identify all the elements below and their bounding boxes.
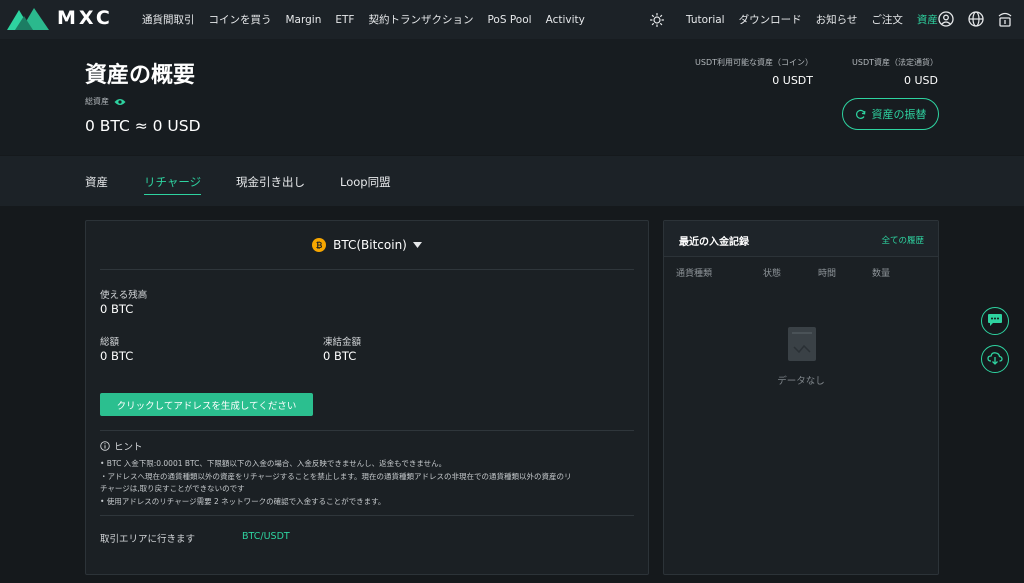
total-assets-label: 総資産 xyxy=(85,96,126,107)
nav-item-spot[interactable]: 通貨間取引 xyxy=(142,12,195,27)
download-app-icon[interactable] xyxy=(996,10,1014,28)
hint-line: チャージは,取り戻すことができないのです xyxy=(100,484,245,493)
nav-item-download[interactable]: ダウンロード xyxy=(739,12,802,27)
nav-right: Tutorial ダウンロード お知らせ ご注文 資産 xyxy=(648,0,952,39)
coin-select-value: BTC(Bitcoin) xyxy=(333,238,407,252)
asset-transfer-button[interactable]: 資産の振替 xyxy=(842,98,939,130)
coin-select[interactable]: ₿ BTC(Bitcoin) xyxy=(86,238,648,252)
column-header-amount: 数量 xyxy=(872,269,891,279)
nav-item-tutorial[interactable]: Tutorial xyxy=(686,14,725,26)
total-assets-label-text: 総資産 xyxy=(85,97,109,106)
coin-asset-value: 0 USDT xyxy=(772,74,813,87)
fiat-asset-summary: USDT資産（法定通貨） 0 USD xyxy=(852,57,938,87)
coin-asset-summary: USDT利用可能な資産（コイン） 0 USDT xyxy=(695,57,813,87)
tab-loop-alliance[interactable]: Loop同盟 xyxy=(340,174,391,190)
column-header-time: 時間 xyxy=(818,269,837,279)
all-history-link[interactable]: 全ての履歴 xyxy=(881,234,924,246)
asset-summary-header: 資産の概要 総資産 0 BTC ≈ 0 USD USDT利用可能な資産（コイン）… xyxy=(0,39,1024,155)
empty-data-icon xyxy=(788,327,816,365)
nav-item-contract[interactable]: 契約トランザクション xyxy=(368,12,473,27)
available-balance-value: 0 BTC xyxy=(100,302,134,316)
hint-line: • BTC 入金下限:0.0001 BTC、下限額以下の入金の場合、入金反映でき… xyxy=(100,459,447,468)
available-balance-label: 使える残高 xyxy=(100,290,148,301)
nav-item-etf[interactable]: ETF xyxy=(335,14,354,26)
divider xyxy=(100,269,634,270)
records-title: 最近の入金記録 xyxy=(679,237,749,248)
nav-item-assets[interactable]: 資産 xyxy=(917,12,938,27)
nav-item-pos-pool[interactable]: PoS Pool xyxy=(487,14,531,26)
logo[interactable]: MXC xyxy=(7,6,113,30)
caret-down-icon xyxy=(412,242,422,248)
top-nav: MXC 通貨間取引 コインを買う Margin ETF 契約トランザクション P… xyxy=(0,0,1024,39)
nav-item-activity[interactable]: Activity xyxy=(546,14,585,26)
nav-item-margin[interactable]: Margin xyxy=(286,14,322,26)
column-header-status: 状態 xyxy=(763,269,782,279)
divider xyxy=(100,515,634,516)
globe-icon[interactable] xyxy=(967,10,985,28)
mxc-logo-icon xyxy=(7,8,49,30)
info-icon xyxy=(100,441,110,451)
divider xyxy=(100,430,634,431)
frozen-amount-label: 凍結金額 xyxy=(323,337,362,348)
trade-area-label: 取引エリアに行きます xyxy=(100,534,196,545)
nav-item-orders[interactable]: ご注文 xyxy=(871,12,903,27)
cloud-download-button[interactable] xyxy=(981,345,1009,373)
tab-withdraw[interactable]: 現金引き出し xyxy=(236,174,305,190)
deposit-panel: ₿ BTC(Bitcoin) 使える残高 0 BTC 総額 0 BTC 凍結金額… xyxy=(85,220,649,575)
eye-icon[interactable] xyxy=(114,98,126,106)
total-amount-value: 0 BTC xyxy=(100,349,134,363)
hint-line: • 使用アドレスのリチャージ需要 2 ネットワークの確認で入金することができます… xyxy=(100,497,386,506)
chat-icon xyxy=(987,312,1003,331)
asset-transfer-label: 資産の振替 xyxy=(871,108,927,121)
fiat-asset-label: USDT資産（法定通貨） xyxy=(852,58,938,67)
hint-title: ヒント xyxy=(100,439,143,453)
nav-left: 通貨間取引 コインを買う Margin ETF 契約トランザクション PoS P… xyxy=(142,0,599,39)
frozen-amount-value: 0 BTC xyxy=(323,349,357,363)
bitcoin-icon: ₿ xyxy=(312,238,327,252)
total-assets-value: 0 BTC ≈ 0 USD xyxy=(85,117,201,135)
tab-assets[interactable]: 資産 xyxy=(85,174,108,190)
empty-data-text: データなし xyxy=(777,376,825,387)
nav-item-news[interactable]: お知らせ xyxy=(816,12,858,27)
records-header: 最近の入金記録 全ての履歴 xyxy=(664,221,938,257)
trade-pair-link[interactable]: BTC/USDT xyxy=(242,531,290,542)
fiat-asset-value: 0 USD xyxy=(904,74,938,87)
nav-item-buy-coin[interactable]: コインを買う xyxy=(209,12,272,27)
refresh-icon xyxy=(855,109,866,120)
brand-name: MXC xyxy=(57,7,113,29)
sun-icon[interactable] xyxy=(648,11,666,29)
tab-deposit[interactable]: リチャージ xyxy=(144,174,202,195)
cloud-download-icon xyxy=(987,350,1003,369)
page-title: 資産の概要 xyxy=(85,63,196,88)
total-amount-label: 総額 xyxy=(100,337,120,348)
chat-support-button[interactable] xyxy=(981,307,1009,335)
column-header-currency: 通貨種類 xyxy=(676,269,713,279)
deposit-records-panel: 最近の入金記録 全ての履歴 通貨種類 状態 時間 数量 データなし xyxy=(663,220,939,575)
generate-address-button[interactable]: クリックしてアドレスを生成してください xyxy=(100,393,313,416)
asset-tabs: 資産 リチャージ 現金引き出し Loop同盟 xyxy=(0,156,1024,206)
user-icon[interactable] xyxy=(937,10,955,28)
hint-title-text: ヒント xyxy=(114,442,143,453)
hint-line: ・アドレスへ現在の通貨種類以外の資産をリチャージすることを禁止します。現在の通貨… xyxy=(100,472,572,481)
coin-asset-label: USDT利用可能な資産（コイン） xyxy=(695,58,813,67)
